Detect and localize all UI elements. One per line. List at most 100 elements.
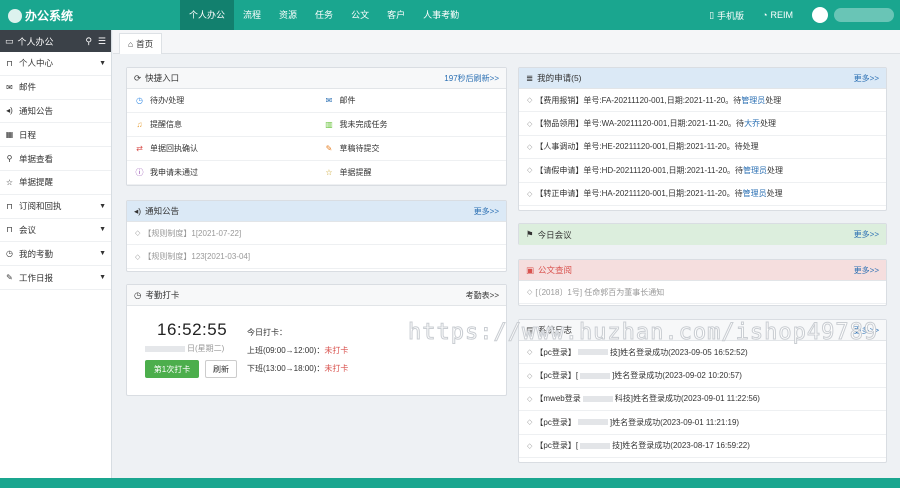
- sidebar-item-label: 单据提醒: [19, 177, 54, 188]
- top-nav-item-3[interactable]: 任务: [306, 0, 342, 30]
- current-time: 16:52:55: [157, 320, 228, 339]
- caret-down-icon: ▼: [99, 226, 106, 234]
- notice-more-link[interactable]: 更多>>: [474, 206, 499, 217]
- caret-down-icon: ▼: [99, 274, 106, 282]
- sidebar-item-2[interactable]: ◂) 通知公告: [0, 100, 111, 124]
- syslog-item[interactable]: ◇ 【mweb登录 科技]姓名登录成功(2023-09-01 11:22:56): [519, 388, 886, 412]
- bullet-icon: ◇: [527, 349, 533, 357]
- sidebar-title: 个人办公: [17, 36, 54, 47]
- quick-entry-item[interactable]: ⇄ 单据回执确认: [127, 137, 317, 161]
- sidebar-item-6[interactable]: ⊓ 订阅和回执 ▼: [0, 195, 111, 219]
- company-name-blurred: [582, 395, 613, 402]
- sidebar-item-5[interactable]: ☆ 单据提醒: [0, 171, 111, 195]
- syslog-item[interactable]: ◇ 【pc登录】[技]姓名登录成功(2023-08-17 16:59:22): [519, 435, 886, 458]
- tab-bar: ⌂ 首页: [113, 30, 900, 54]
- company-name-blurred: [577, 349, 608, 356]
- apply-item[interactable]: ◇ 【请假申请】单号:HD-20211120-001,日期:2021-11-20。…: [519, 159, 886, 183]
- bullet-icon: ◇: [527, 97, 533, 105]
- refresh-button[interactable]: 刷新: [205, 360, 237, 378]
- briefcase-icon: ▣: [526, 264, 535, 275]
- apply-item[interactable]: ◇ 【转正申请】单号:HA-20211120-001,日期:2021-11-20。…: [519, 183, 886, 206]
- apply-handler-link[interactable]: 管理员: [743, 188, 767, 199]
- sidebar-item-8[interactable]: ◷ 我的考勤 ▼: [0, 242, 111, 267]
- sidebar-item-label: 工作日报: [19, 272, 54, 283]
- sidebar-item-1[interactable]: ✉ 邮件: [0, 76, 111, 100]
- quick-entry-item[interactable]: ⓘ 我申请未通过: [127, 161, 317, 185]
- reim-link[interactable]: ◔ REIM: [753, 10, 802, 20]
- caret-down-icon: ▼: [99, 202, 106, 210]
- sidebar-item-9[interactable]: ✎ 工作日报 ▼: [0, 266, 111, 290]
- edit-icon: ✎: [325, 144, 333, 153]
- search-icon[interactable]: ⚲: [85, 36, 92, 47]
- sidebar-item-label: 会议: [19, 224, 37, 235]
- apply-handler-link[interactable]: 管理员: [743, 165, 767, 176]
- docs-more-link[interactable]: 更多>>: [854, 265, 879, 276]
- bullet-icon: ◇: [527, 395, 533, 403]
- list-icon: ≣: [526, 72, 534, 83]
- top-right-tools: ▯ 手机版 ◔ REIM: [700, 0, 900, 30]
- bullet-icon: ◇: [527, 442, 533, 450]
- chat-icon: ◔: [762, 10, 768, 20]
- menu-icon[interactable]: ☰: [98, 36, 106, 47]
- book-icon: ▥: [325, 120, 333, 129]
- avatar[interactable]: [812, 7, 828, 23]
- info-icon: ⓘ: [135, 168, 144, 177]
- quick-entry-item[interactable]: ◷ 待办/处理: [127, 89, 317, 113]
- top-nav-item-5[interactable]: 客户: [378, 0, 414, 30]
- app-title: 办公系统: [25, 9, 74, 23]
- attendance-sheet-link[interactable]: 考勤表>>: [466, 290, 499, 301]
- meeting-more-link[interactable]: 更多>>: [854, 229, 879, 240]
- today-punch-label: 今日打卡：: [247, 328, 287, 337]
- app-logo[interactable]: 办公系统: [8, 7, 73, 24]
- sidebar-header: ▭ 个人办公 ⚲ ☰: [0, 30, 111, 52]
- notice-item[interactable]: ◇ 【规则制度】1[2021-07-22]: [127, 222, 506, 246]
- apply-handler-link[interactable]: 大乔: [744, 118, 760, 129]
- doc-item[interactable]: ◇ [〔2018〕1号] 任命郭百为董事长通知: [519, 281, 886, 305]
- footer-bar: [0, 478, 900, 488]
- apply-handler-link[interactable]: 管理员: [741, 95, 765, 106]
- sidebar-item-label: 日程: [19, 129, 37, 140]
- bullet-icon: ◇: [527, 190, 533, 198]
- quick-entry-item[interactable]: ✎ 草稿待提交: [316, 137, 506, 161]
- refresh-countdown-link[interactable]: 197秒后刷新>>: [444, 73, 499, 84]
- top-nav-item-1[interactable]: 流程: [234, 0, 270, 30]
- watermark: https://www.huzhan.com/ishop49789: [407, 320, 879, 346]
- top-nav-item-4[interactable]: 公文: [342, 0, 378, 30]
- sidebar-item-3[interactable]: ▦ 日程: [0, 123, 111, 148]
- logo-mark-icon: [8, 8, 22, 23]
- bullet-icon: ◇: [527, 289, 533, 297]
- quick-entry-panel: ⟳ 快捷入口 197秒后刷新>> ◷ 待办/处理 ✉ 邮件 ♫ 提醒信息 ▥ 我未完成任务 ⇄ 单据…: [126, 67, 507, 186]
- top-nav-item-0[interactable]: 个人办公: [180, 0, 235, 30]
- clock-icon: ◷: [6, 249, 13, 259]
- quick-entry-item[interactable]: ☆ 单据提醒: [316, 161, 506, 185]
- envelope-icon: ✉: [325, 96, 333, 105]
- quick-entry-item[interactable]: ✉ 邮件: [316, 89, 506, 113]
- bookmark-icon: ⊓: [6, 225, 13, 235]
- company-name-blurred: [580, 372, 611, 379]
- mobile-link[interactable]: ▯ 手机版: [700, 9, 753, 22]
- punch-button[interactable]: 第1次打卡: [145, 360, 199, 378]
- notice-item[interactable]: ◇ 【规则制度】123[2021-03-04]: [127, 245, 506, 269]
- flag-icon: ⚑: [526, 229, 534, 239]
- user-name-blurred[interactable]: [834, 8, 894, 22]
- top-nav-item-2[interactable]: 资源: [270, 0, 306, 30]
- refresh-icon: ⟳: [134, 72, 142, 83]
- tab-home[interactable]: ⌂ 首页: [119, 33, 163, 54]
- my-apply-more-link[interactable]: 更多>>: [854, 73, 879, 84]
- syslog-item[interactable]: ◇ 【pc登录】]姓名登录成功(2023-09-01 11:21:19): [519, 411, 886, 435]
- bullet-icon: ◇: [527, 167, 533, 175]
- caret-down-icon: ▼: [99, 250, 106, 258]
- syslog-item[interactable]: ◇ 【pc登录】[]姓名登录成功(2023-09-02 10:20:57): [519, 364, 886, 388]
- apply-item[interactable]: ◇ 【人事调动】单号:HE-20211120-001,日期:2021-11-20。…: [519, 136, 886, 160]
- quick-entry-item[interactable]: ♫ 提醒信息: [127, 113, 317, 137]
- my-apply-header: ≣ 我的申请(5) 更多>>: [519, 68, 886, 89]
- apply-item[interactable]: ◇ 【费用报销】单号:FA-20211120-001,日期:2021-11-20。…: [519, 89, 886, 113]
- volume-icon: ◂): [6, 106, 13, 116]
- sidebar-item-7[interactable]: ⊓ 会议 ▼: [0, 219, 111, 243]
- sidebar-item-4[interactable]: ⚲ 单据查看: [0, 147, 111, 171]
- quick-entry-item[interactable]: ▥ 我未完成任务: [316, 113, 506, 137]
- top-nav: 个人办公 流程 资源 任务 公文 客户 人事考勤: [180, 0, 468, 30]
- sidebar-item-0[interactable]: ⊓ 个人中心 ▼: [0, 52, 111, 76]
- top-nav-item-6[interactable]: 人事考勤: [414, 0, 468, 30]
- apply-item[interactable]: ◇ 【物品领用】单号:WA-20211120-001,日期:2021-11-20。…: [519, 112, 886, 136]
